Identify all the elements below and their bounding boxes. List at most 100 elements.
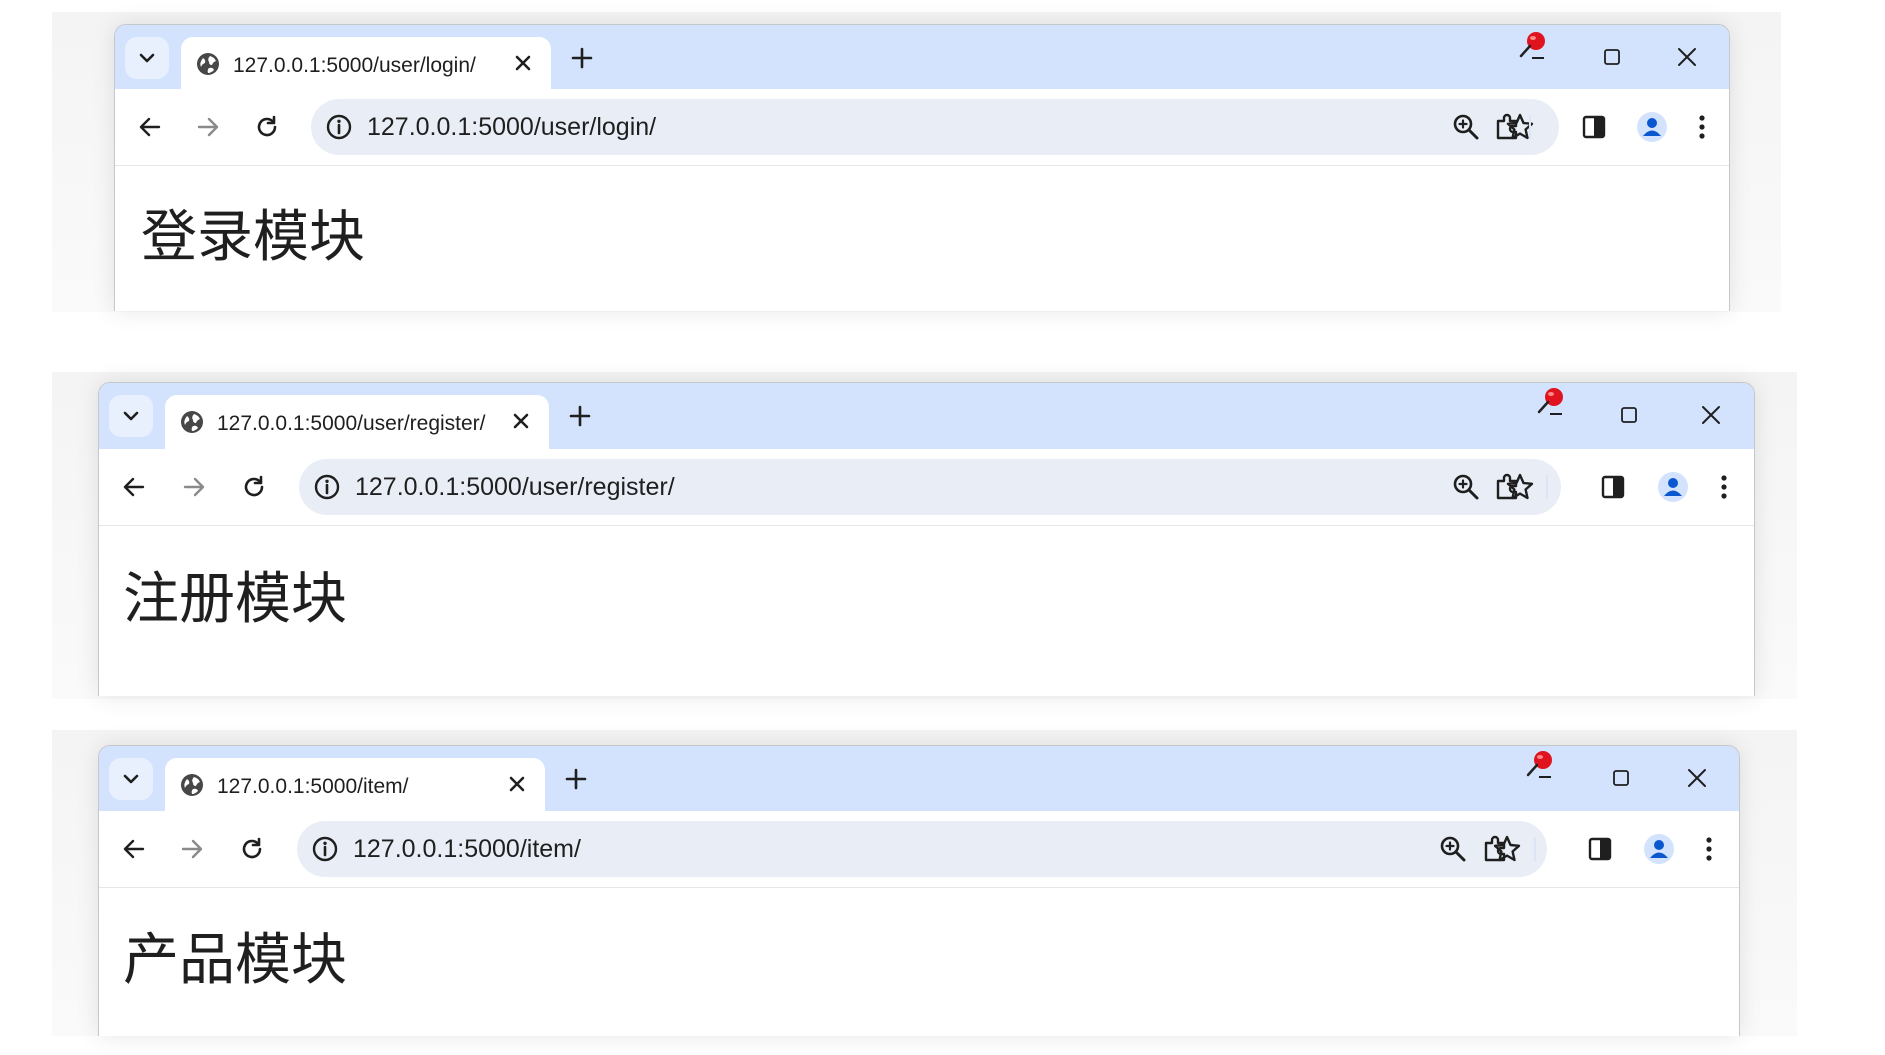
arrow-left-icon [123,839,145,859]
tab-close-button[interactable] [509,409,533,433]
page-heading: 注册模块 [123,567,347,632]
tab-search-button[interactable] [109,395,153,437]
globe-icon [181,411,203,433]
window-close-button[interactable] [1679,760,1715,796]
tab-title: 127.0.0.1:5000/user/register/ [217,412,486,435]
chevron-down-icon [123,411,139,421]
page-heading: 登录模块 [141,205,365,270]
extensions-button[interactable] [1477,830,1515,868]
toolbar: 127.0.0.1:5000/user/login/ [115,89,1729,166]
puzzle-icon [1496,473,1518,500]
forward-button[interactable] [173,830,211,868]
plus-icon [569,405,591,427]
close-icon [1702,406,1720,424]
pin-button[interactable] [1515,29,1551,65]
browser-window-register: 127.0.0.1:5000/user/register/ 127.0.0.1:… [98,382,1755,696]
person-icon [1644,834,1674,864]
extensions-button[interactable] [1489,468,1527,506]
reload-icon [257,115,277,137]
forward-button[interactable] [189,108,227,146]
maximize-button[interactable] [1611,397,1647,433]
tab-active[interactable]: 127.0.0.1:5000/user/login/ [181,37,551,89]
tab-close-button[interactable] [511,51,535,75]
chrome-menu-button[interactable] [1690,830,1728,868]
pin-button[interactable] [1533,385,1569,421]
window-close-button[interactable] [1693,397,1729,433]
toolbar: 127.0.0.1:5000/item/ [99,811,1739,888]
tab-title: 127.0.0.1:5000/item/ [217,775,409,798]
tab-strip: 127.0.0.1:5000/item/ [99,746,1739,811]
zoom-in-icon[interactable] [1451,472,1481,502]
new-tab-button[interactable] [561,764,591,794]
maximize-icon [1604,49,1620,65]
tab-search-button[interactable] [125,37,169,79]
profile-button[interactable] [1633,108,1671,146]
new-tab-button[interactable] [567,43,597,73]
page-content: 产品模块 [99,889,1739,1036]
puzzle-icon [1484,835,1506,862]
tab-active[interactable]: 127.0.0.1:5000/item/ [165,758,545,811]
reload-icon [242,837,262,859]
page-heading: 产品模块 [123,928,347,993]
puzzle-icon [1496,113,1518,140]
maximize-button[interactable] [1603,760,1639,796]
profile-button[interactable] [1640,830,1678,868]
toolbar-separator [1546,475,1548,499]
reload-button[interactable] [235,468,273,506]
side-panel-button[interactable] [1581,830,1619,868]
maximize-icon [1613,770,1629,786]
tab-close-button[interactable] [505,772,529,796]
forward-button[interactable] [175,468,213,506]
new-tab-button[interactable] [565,401,595,431]
zoom-in-icon[interactable] [1438,834,1468,864]
toolbar: 127.0.0.1:5000/user/register/ [99,449,1754,526]
arrow-left-icon [139,117,161,137]
close-icon [509,776,525,792]
close-icon [515,55,531,71]
tab-active[interactable]: 127.0.0.1:5000/user/register/ [165,395,549,449]
reload-button[interactable] [233,830,271,868]
reload-icon [244,475,264,497]
side-panel-icon [1588,837,1612,861]
red-pushpin-icon [1519,32,1545,59]
page-content: 注册模块 [99,528,1754,696]
zoom-in-icon[interactable] [1451,112,1481,142]
tab-search-button[interactable] [109,758,153,800]
chrome-menu-button[interactable] [1705,468,1743,506]
back-button[interactable] [131,108,169,146]
url-text[interactable]: 127.0.0.1:5000/user/register/ [355,473,675,502]
arrow-right-icon [197,117,219,137]
arrow-right-icon [183,477,205,497]
profile-button[interactable] [1654,468,1692,506]
side-panel-icon [1601,475,1625,499]
browser-window-login: 127.0.0.1:5000/user/login/ 127.0.0.1:500… [114,24,1730,311]
address-bar[interactable]: 127.0.0.1:5000/item/ [297,821,1547,877]
toolbar-separator [1529,115,1531,139]
maximize-button[interactable] [1594,39,1630,75]
red-pushpin-icon [1537,388,1563,415]
url-text[interactable]: 127.0.0.1:5000/item/ [353,835,581,864]
arrow-left-icon [123,477,145,497]
more-vert-icon [1706,837,1712,861]
more-vert-icon [1699,115,1705,139]
address-bar[interactable]: 127.0.0.1:5000/user/login/ [311,99,1559,155]
plus-icon [571,47,593,69]
url-text[interactable]: 127.0.0.1:5000/user/login/ [367,113,656,142]
pin-button[interactable] [1522,748,1558,784]
person-icon [1637,112,1667,142]
extensions-button[interactable] [1489,108,1527,146]
close-icon [513,413,529,429]
chrome-menu-button[interactable] [1683,108,1721,146]
globe-icon [181,774,203,796]
back-button[interactable] [115,830,153,868]
arrow-right-icon [181,839,203,859]
side-panel-button[interactable] [1575,108,1613,146]
window-close-button[interactable] [1669,39,1705,75]
side-panel-button[interactable] [1594,468,1632,506]
address-bar[interactable]: 127.0.0.1:5000/user/register/ [299,459,1561,515]
back-button[interactable] [115,468,153,506]
maximize-icon [1621,407,1637,423]
info-icon [314,474,340,500]
close-icon [1688,769,1706,787]
reload-button[interactable] [248,108,286,146]
